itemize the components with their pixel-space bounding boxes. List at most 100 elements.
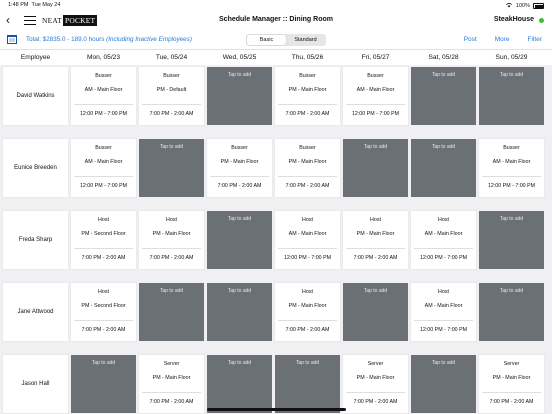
status-right: 100% xyxy=(505,2,544,10)
employee-column-header: Employee xyxy=(20,54,51,61)
shift-area: PM - Main Floor xyxy=(356,375,395,381)
shift-time: 7:00 PM - 2:00 AM xyxy=(81,255,126,261)
shift-cell[interactable]: Host AM - Main Floor 12:00 PM - 7:00 PM xyxy=(275,211,340,269)
shift-divider xyxy=(414,248,473,249)
shift-role: Busser xyxy=(163,73,180,79)
employee-name-cell[interactable]: Jane Attwood xyxy=(3,283,68,341)
shift-area: AM - Main Floor xyxy=(424,231,463,237)
tap-to-add-label: Tap to add xyxy=(227,288,252,294)
shift-cell[interactable]: Host PM - Second Floor 7:00 PM - 2:00 AM xyxy=(71,211,136,269)
shift-area: PM - Main Floor xyxy=(152,375,191,381)
shift-cell[interactable]: Busser AM - Main Floor 12:00 PM - 7:00 PM xyxy=(71,67,136,125)
day-header: Fri, 05/27 xyxy=(361,54,390,61)
employee-name-cell[interactable]: Freda Sharp xyxy=(3,211,68,269)
shift-time: 7:00 PM - 2:00 AM xyxy=(353,255,398,261)
empty-shift-slot[interactable]: Tap to add xyxy=(207,67,272,125)
shift-cell[interactable]: Host PM - Main Floor 7:00 PM - 2:00 AM xyxy=(275,283,340,341)
shift-divider xyxy=(142,392,201,393)
shift-divider xyxy=(74,104,133,105)
shift-cell[interactable]: Server PM - Main Floor 7:00 PM - 2:00 AM xyxy=(479,355,544,413)
shift-divider xyxy=(346,248,405,249)
shift-cell[interactable]: Host PM - Second Floor 7:00 PM - 2:00 AM xyxy=(71,283,136,341)
shift-cell[interactable]: Host AM - Main Floor 12:00 PM - 7:00 PM xyxy=(411,211,476,269)
shift-role: Host xyxy=(98,217,109,223)
more-button[interactable]: More xyxy=(495,36,510,43)
shift-area: PM - Main Floor xyxy=(492,375,531,381)
shift-cell[interactable]: Busser PM - Main Floor 7:00 PM - 2:00 AM xyxy=(207,139,272,197)
shift-divider xyxy=(346,104,405,105)
shift-area: AM - Main Floor xyxy=(356,87,395,93)
empty-shift-slot[interactable]: Tap to add xyxy=(411,67,476,125)
shift-time: 7:00 PM - 2:00 AM xyxy=(285,327,330,333)
empty-shift-slot[interactable]: Tap to add xyxy=(479,211,544,269)
tap-to-add-label: Tap to add xyxy=(431,360,456,366)
status-bar: 1:48 PM Tue May 24 100% xyxy=(0,0,552,10)
employee-name-cell[interactable]: Eunice Breeden xyxy=(3,139,68,197)
employee-name-cell[interactable]: Jason Hall xyxy=(3,355,68,413)
venue-status-indicator xyxy=(539,18,544,23)
shift-time: 12:00 PM - 7:00 PM xyxy=(487,183,536,189)
shift-area: AM - Main Floor xyxy=(288,231,327,237)
empty-shift-slot[interactable]: Tap to add xyxy=(479,283,544,341)
employee-name: David Watkins xyxy=(16,93,55,99)
day-header: Tue, 05/24 xyxy=(155,54,188,61)
shift-cell[interactable]: Busser AM - Main Floor 12:00 PM - 7:00 PM xyxy=(343,67,408,125)
empty-shift-slot[interactable]: Tap to add xyxy=(71,355,136,413)
tap-to-add-label: Tap to add xyxy=(431,144,456,150)
shift-cell[interactable]: Server PM - Main Floor 7:00 PM - 2:00 AM xyxy=(139,355,204,413)
calendar-icon[interactable] xyxy=(7,35,17,44)
day-header: Wed, 05/25 xyxy=(222,54,257,61)
home-indicator xyxy=(207,408,346,411)
empty-shift-slot[interactable]: Tap to add xyxy=(207,283,272,341)
shift-cell[interactable]: Host PM - Main Floor 7:00 PM - 2:00 AM xyxy=(139,211,204,269)
empty-shift-slot[interactable]: Tap to add xyxy=(411,355,476,413)
day-header: Thu, 05/26 xyxy=(291,54,324,61)
shift-time: 7:00 PM - 2:00 AM xyxy=(285,111,330,117)
shift-cell[interactable]: Busser PM - Main Floor 7:00 PM - 2:00 AM xyxy=(275,67,340,125)
filter-button[interactable]: Filter xyxy=(528,36,542,43)
shift-divider xyxy=(278,320,337,321)
shift-role: Busser xyxy=(367,73,384,79)
toolbar: Total: $2835.0 - 189.0 hours (Including … xyxy=(0,32,552,49)
empty-shift-slot[interactable]: Tap to add xyxy=(343,139,408,197)
shift-area: AM - Main Floor xyxy=(84,159,123,165)
venue-selector[interactable]: SteakHouse xyxy=(494,16,534,23)
shift-cell[interactable]: Busser PM - Default 7:00 PM - 2:00 AM xyxy=(139,67,204,125)
shift-time: 7:00 PM - 2:00 AM xyxy=(149,255,194,261)
day-header: Mon, 05/23 xyxy=(87,54,120,61)
shift-area: PM - Second Floor xyxy=(81,303,126,309)
tap-to-add-label: Tap to add xyxy=(91,360,116,366)
shift-cell[interactable]: Host AM - Main Floor 12:00 PM - 7:00 PM xyxy=(411,283,476,341)
empty-shift-slot[interactable]: Tap to add xyxy=(139,139,204,197)
view-mode-basic[interactable]: Basic xyxy=(247,35,286,45)
shift-cell[interactable]: Server PM - Main Floor 7:00 PM - 2:00 AM xyxy=(343,355,408,413)
shift-divider xyxy=(346,392,405,393)
shift-divider xyxy=(210,176,269,177)
empty-shift-slot[interactable]: Tap to add xyxy=(275,355,340,413)
battery-icon xyxy=(533,3,544,9)
battery-percent: 100% xyxy=(515,3,530,9)
post-button[interactable]: Post xyxy=(464,36,477,43)
shift-area: AM - Main Floor xyxy=(84,87,123,93)
view-mode-standard[interactable]: Standard xyxy=(286,35,325,45)
tap-to-add-label: Tap to add xyxy=(431,72,456,78)
view-mode-switch: Basic Standard xyxy=(246,34,326,46)
empty-shift-slot[interactable]: Tap to add xyxy=(343,283,408,341)
empty-shift-slot[interactable]: Tap to add xyxy=(139,283,204,341)
empty-shift-slot[interactable]: Tap to add xyxy=(207,211,272,269)
shift-cell[interactable]: Busser PM - Main Floor 7:00 PM - 2:00 AM xyxy=(275,139,340,197)
employee-name: Jane Attwood xyxy=(17,309,54,315)
tap-to-add-label: Tap to add xyxy=(159,288,184,294)
employee-name-cell[interactable]: David Watkins xyxy=(3,67,68,125)
shift-role: Server xyxy=(163,361,180,367)
empty-shift-slot[interactable]: Tap to add xyxy=(479,67,544,125)
shift-cell[interactable]: Host PM - Main Floor 7:00 PM - 2:00 AM xyxy=(343,211,408,269)
shift-role: Busser xyxy=(95,145,112,151)
empty-shift-slot[interactable]: Tap to add xyxy=(411,139,476,197)
shift-area: AM - Main Floor xyxy=(424,303,463,309)
empty-shift-slot[interactable]: Tap to add xyxy=(207,355,272,413)
shift-time: 7:00 PM - 2:00 AM xyxy=(81,327,126,333)
shift-cell[interactable]: Busser AM - Main Floor 12:00 PM - 7:00 PM xyxy=(71,139,136,197)
shift-cell[interactable]: Busser AM - Main Floor 12:00 PM - 7:00 PM xyxy=(479,139,544,197)
shift-role: Busser xyxy=(299,145,316,151)
